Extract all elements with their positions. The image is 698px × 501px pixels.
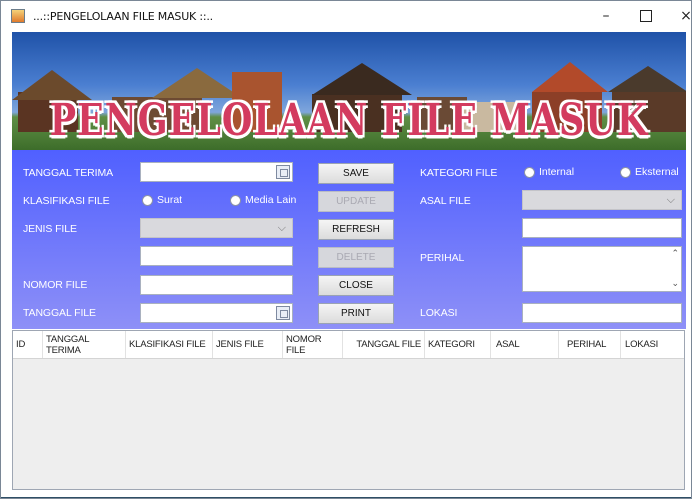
col-header-lokasi[interactable]: LOKASI <box>621 331 684 358</box>
klasifikasi-file-label: KLASIFIKASI FILE <box>23 195 110 207</box>
table-header: ID TANGGAL TERIMA KLASIFIKASI FILE JENIS… <box>13 331 684 359</box>
col-header-asal[interactable]: ASAL <box>491 331 559 358</box>
close-button[interactable]: CLOSE <box>318 275 394 296</box>
scroll-down-icon[interactable]: ⌄ <box>671 279 679 289</box>
house-roof-shape <box>312 63 412 95</box>
radio-internal-label: Internal <box>539 166 575 178</box>
radio-surat-label: Surat <box>157 194 183 206</box>
maximize-icon <box>640 10 652 22</box>
app-window: ...::PENGELOLAAN FILE MASUK ::.. – × PEN… <box>0 0 692 499</box>
jenis-file-text-field[interactable] <box>140 246 293 266</box>
kategori-file-label: KATEGORI FILE <box>420 167 498 179</box>
radio-dot <box>524 166 535 178</box>
file-table[interactable]: ID TANGGAL TERIMA KLASIFIKASI FILE JENIS… <box>12 330 685 490</box>
radio-eksternal-label: Eksternal <box>635 166 679 178</box>
delete-button[interactable]: DELETE <box>318 247 394 268</box>
col-header-id[interactable]: ID <box>13 331 43 358</box>
house-roof-shape <box>152 68 242 98</box>
tanggal-file-date-field[interactable] <box>140 303 293 323</box>
java-app-icon <box>11 9 25 23</box>
maximize-button[interactable] <box>626 1 666 31</box>
col-header-tanggal-file[interactable]: TANGGAL FILE <box>343 331 425 358</box>
col-header-jenis-file[interactable]: JENIS FILE <box>213 331 283 358</box>
refresh-button[interactable]: REFRESH <box>318 219 394 240</box>
window-title: ...::PENGELOLAAN FILE MASUK ::.. <box>33 9 213 23</box>
col-header-nomor-file[interactable]: NOMOR FILE <box>283 331 343 358</box>
form-panel: TANGGAL TERIMA KLASIFIKASI FILE JENIS FI… <box>12 150 686 329</box>
col-header-tanggal-terima[interactable]: TANGGAL TERIMA <box>43 331 126 358</box>
header-banner: PENGELOLAAN FILE MASUK <box>12 32 686 150</box>
jenis-file-dropdown[interactable]: ⌵ <box>140 218 293 238</box>
scroll-up-icon[interactable]: ⌃ <box>671 249 679 259</box>
chevron-down-icon: ⌵ <box>666 193 675 206</box>
window-bottom-border <box>1 497 691 498</box>
radio-eksternal[interactable]: Eksternal <box>620 166 679 178</box>
nomor-file-label: NOMOR FILE <box>23 279 88 291</box>
perihal-label: PERIHAL <box>420 252 465 264</box>
asal-file-label: ASAL FILE <box>420 195 471 207</box>
tanggal-terima-date-field[interactable] <box>140 162 293 182</box>
chevron-down-icon: ⌵ <box>277 221 286 234</box>
calendar-icon[interactable] <box>276 306 290 320</box>
radio-media-lain[interactable]: Media Lain <box>230 194 296 206</box>
tanggal-file-label: TANGGAL FILE <box>23 307 96 319</box>
col-header-klasifikasi-file[interactable]: KLASIFIKASI FILE <box>126 331 213 358</box>
jenis-file-label: JENIS FILE <box>23 223 77 235</box>
update-button[interactable]: UPDATE <box>318 191 394 212</box>
perihal-textarea[interactable]: ⌃ ⌄ <box>522 246 682 292</box>
house-roof-shape <box>532 62 608 92</box>
radio-surat[interactable]: Surat <box>142 194 182 206</box>
nomor-file-field[interactable] <box>140 275 293 295</box>
col-header-kategori[interactable]: KATEGORI <box>425 331 491 358</box>
radio-media-lain-label: Media Lain <box>245 194 297 206</box>
house-roof-shape <box>608 66 686 92</box>
lokasi-label: LOKASI <box>420 307 458 319</box>
close-window-button[interactable]: × <box>666 1 691 31</box>
radio-dot <box>230 194 241 206</box>
minimize-button[interactable]: – <box>586 1 626 31</box>
lokasi-field[interactable] <box>522 303 682 323</box>
radio-dot <box>142 194 153 206</box>
radio-dot <box>620 166 631 178</box>
tanggal-terima-label: TANGGAL TERIMA <box>23 167 114 179</box>
radio-internal[interactable]: Internal <box>524 166 574 178</box>
banner-title: PENGELOLAAN FILE MASUK <box>49 94 649 147</box>
asal-file-text-field[interactable] <box>522 218 682 238</box>
save-button[interactable]: SAVE <box>318 163 394 184</box>
title-bar: ...::PENGELOLAAN FILE MASUK ::.. – × <box>1 1 691 31</box>
col-header-perihal[interactable]: PERIHAL <box>559 331 621 358</box>
print-button[interactable]: PRINT <box>318 303 394 324</box>
calendar-icon[interactable] <box>276 165 290 179</box>
asal-file-dropdown[interactable]: ⌵ <box>522 190 682 210</box>
